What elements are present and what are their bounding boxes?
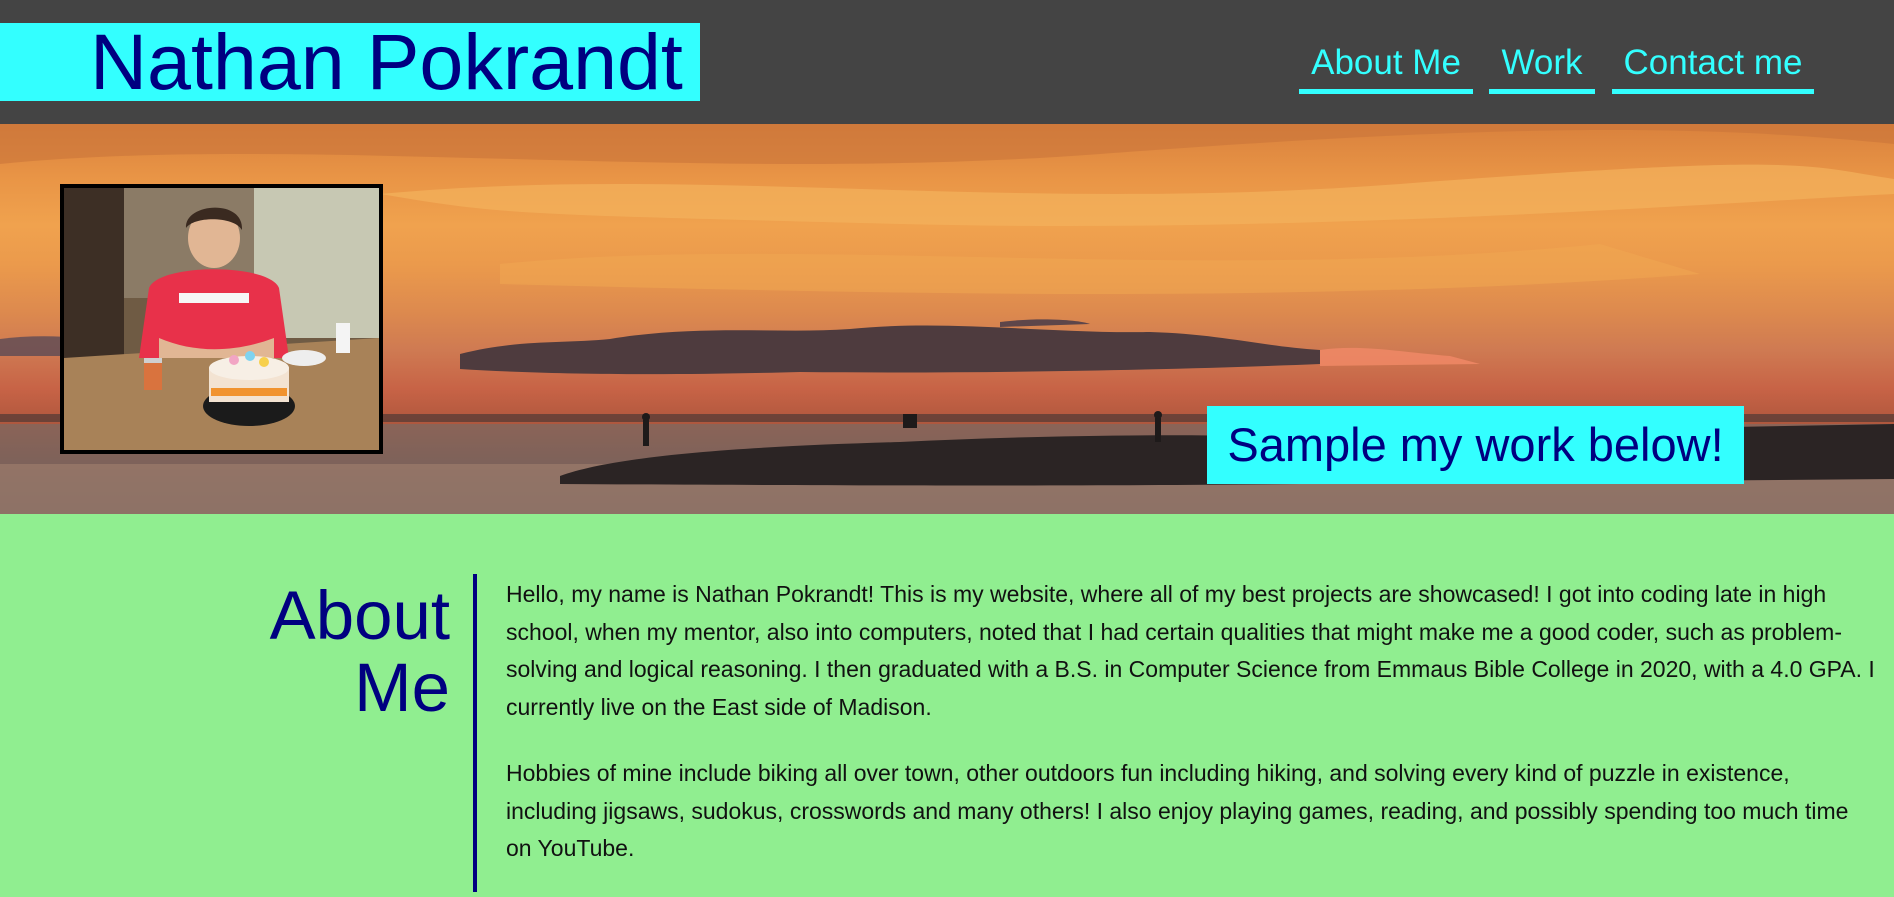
profile-photo-image bbox=[64, 188, 379, 450]
nav-link-about-me[interactable]: About Me bbox=[1299, 40, 1473, 94]
nav-link-work[interactable]: Work bbox=[1489, 40, 1595, 94]
about-section: About Me Hello, my name is Nathan Pokran… bbox=[0, 514, 1894, 892]
about-divider bbox=[473, 574, 477, 892]
site-header: Nathan Pokrandt About Me Work Contact me bbox=[0, 0, 1894, 124]
about-heading-line1: About bbox=[269, 577, 450, 654]
about-heading-line2: Me bbox=[354, 649, 450, 726]
about-paragraph: Hello, my name is Nathan Pokrandt! This … bbox=[506, 581, 1875, 720]
about-heading: About Me bbox=[200, 580, 450, 724]
tagline-text: Sample my work below! bbox=[1227, 418, 1724, 471]
profile-photo bbox=[60, 184, 383, 454]
about-body: Hello, my name is Nathan Pokrandt! This … bbox=[506, 576, 1876, 897]
nav-link-contact-me[interactable]: Contact me bbox=[1612, 40, 1814, 94]
main-nav: About Me Work Contact me bbox=[0, 40, 1894, 94]
hero-banner: Sample my work below! bbox=[0, 124, 1894, 514]
tagline-box: Sample my work below! bbox=[1207, 406, 1744, 484]
about-paragraph: Hobbies of mine include biking all over … bbox=[506, 760, 1849, 861]
